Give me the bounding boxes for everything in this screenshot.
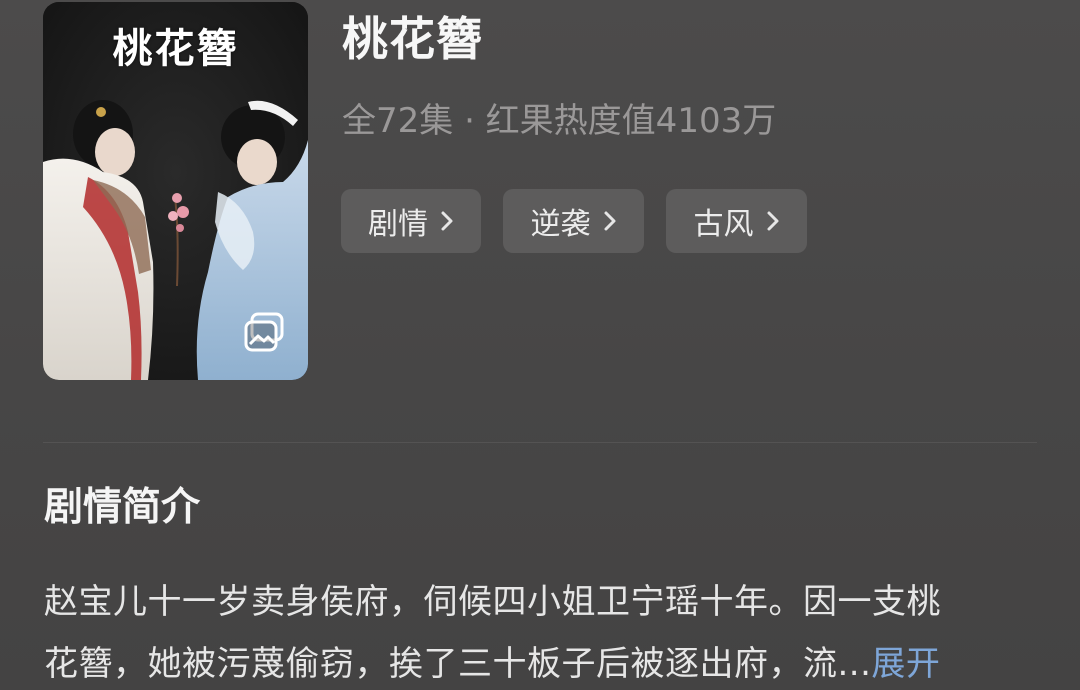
tag-comeback[interactable]: 逆袭 — [503, 189, 644, 253]
genre-tags: 剧情 逆袭 古风 — [341, 189, 807, 253]
chevron-right-icon — [604, 211, 615, 231]
drama-detail-page: 桃花簪 桃花簪 全72集 · 红果热度值4103万 剧情 逆袭 古风 剧情简介 … — [0, 0, 1080, 690]
synopsis-text-line-1: 赵宝儿十一岁卖身侯府，伺候四小姐卫宁瑶十年。因一支桃 — [44, 582, 941, 622]
synopsis-heading: 剧情简介 — [44, 485, 201, 530]
tag-label: 逆袭 — [530, 207, 591, 242]
synopsis-text-line-2-content: 花簪，她被污蔑偷窃，挨了三十板子后被逐出府，流... — [44, 644, 872, 684]
tag-label: 古风 — [693, 207, 754, 242]
tag-ancient-style[interactable]: 古风 — [666, 189, 807, 253]
section-divider — [43, 442, 1037, 443]
poster-title-text: 桃花簪 — [112, 25, 239, 72]
expand-synopsis-link[interactable]: 展开 — [871, 644, 940, 684]
synopsis-text-line-2: 花簪，她被污蔑偷窃，挨了三十板子后被逐出府，流...展开 — [44, 640, 940, 688]
gallery-icon[interactable] — [242, 310, 288, 356]
chevron-right-icon — [441, 211, 453, 231]
poster-image[interactable]: 桃花簪 — [43, 2, 308, 380]
tag-label: 剧情 — [368, 207, 428, 242]
tag-drama[interactable]: 剧情 — [341, 189, 481, 253]
show-title: 桃花簪 — [342, 12, 483, 66]
chevron-right-icon — [767, 211, 778, 231]
episode-and-popularity: 全72集 · 红果热度值4103万 — [342, 101, 777, 141]
